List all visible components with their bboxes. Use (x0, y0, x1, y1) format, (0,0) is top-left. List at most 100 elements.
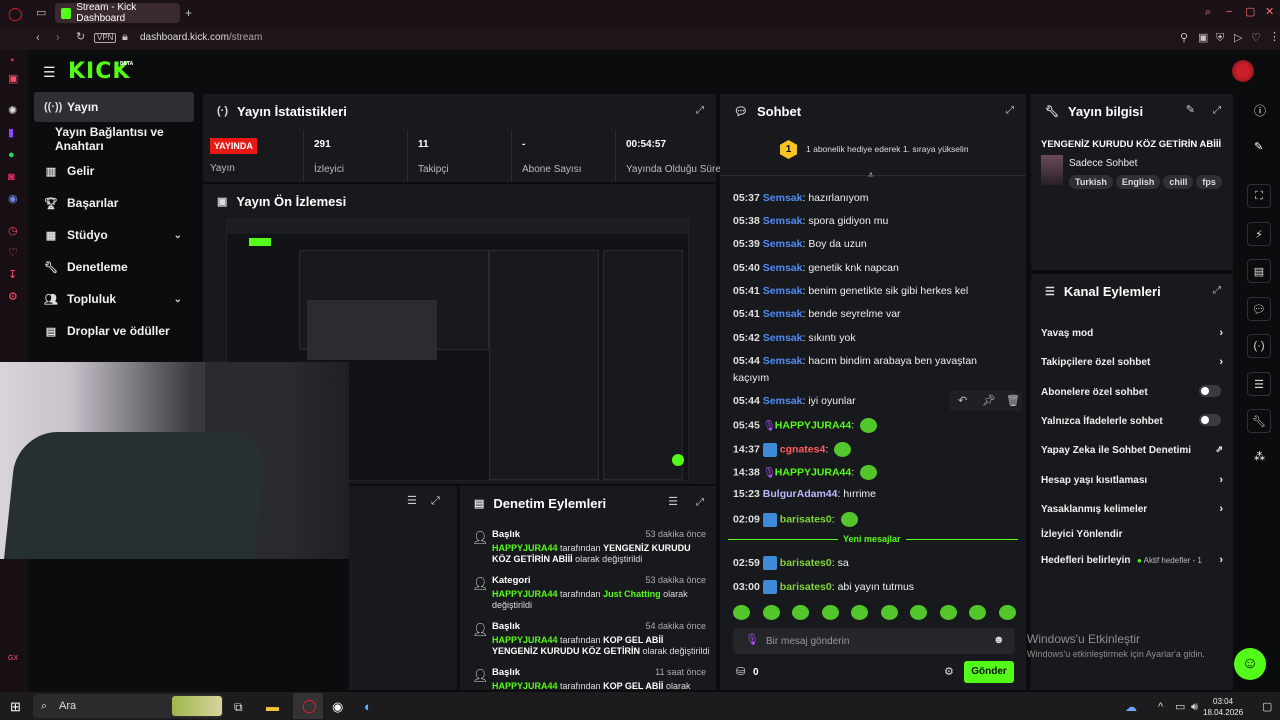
settings-icon[interactable]: ⚙ (8, 292, 18, 303)
file-explorer-icon[interactable]: ▬ (266, 700, 279, 713)
chat-message[interactable]: 14:37 cgnates4: (733, 442, 852, 457)
emote-picker-icon[interactable] (910, 605, 927, 620)
message-username[interactable]: Semsak (763, 192, 803, 204)
task-view-icon[interactable]: ⧉ (234, 701, 243, 713)
chat-message[interactable]: 05:38 Semsak: spora gidiyon mu (733, 215, 888, 227)
emote-only-toggle[interactable] (1199, 414, 1221, 426)
help-chat-button[interactable]: ☺ (1234, 648, 1266, 680)
chat-message[interactable]: 14:38 🎙︎HAPPYJURA44: (733, 465, 878, 480)
history-icon[interactable]: ◷ (8, 226, 18, 237)
send-button[interactable]: Gönder (964, 661, 1014, 683)
add-widget-icon[interactable]: ⁂ (1254, 452, 1265, 463)
message-username[interactable]: cgnates4 (780, 443, 826, 455)
message-username[interactable]: Semsak (763, 215, 803, 227)
gift-notice-bar[interactable]: 1 1 abonelik hediye ederek 1. sıraya yük… (720, 128, 1026, 176)
emote-picker-icon[interactable] (939, 605, 957, 620)
user-avatar[interactable] (1232, 60, 1254, 82)
pin-message-icon[interactable]: 📌︎ (982, 396, 996, 407)
twitch-icon[interactable]: ▮ (8, 128, 14, 139)
minimize-icon[interactable]: − (1226, 7, 1232, 18)
message-username[interactable]: Semsak (763, 285, 803, 297)
action-emote-only[interactable]: Yalnızca İfadelerle sohbet (1041, 414, 1231, 427)
edit-icon[interactable]: ✎ (1186, 105, 1195, 116)
message-username[interactable]: Semsak (763, 308, 803, 320)
opera-player-icon[interactable]: ▣ (8, 74, 18, 85)
message-username[interactable]: Semsak (763, 238, 803, 250)
vpn-badge[interactable]: VPN (94, 33, 117, 43)
chat-message[interactable]: 02:59 barisates0: sa (733, 556, 849, 570)
steam-icon[interactable]: ◐ (364, 700, 372, 713)
tag[interactable]: English (1115, 175, 1161, 189)
search-tabs-icon[interactable]: ⌕ (1205, 7, 1211, 18)
maximize-icon[interactable]: ▢ (1245, 7, 1255, 18)
category-name[interactable]: Sadece Sohbet (1069, 158, 1137, 169)
tag[interactable]: chill (1163, 175, 1194, 189)
chat-message[interactable]: 05:41 Semsak: bende seyrelme var (733, 308, 901, 320)
emote-picker-icon[interactable] (762, 605, 780, 620)
delete-icon[interactable]: 🗑︎ (1006, 396, 1020, 407)
chat-message[interactable]: 05:40 Semsak: genetik knk napcan (733, 262, 899, 274)
message-username[interactable]: Semsak (763, 395, 803, 407)
treasure-icon[interactable]: ⛁ (736, 667, 745, 678)
sidebar-item-droplar[interactable]: ▤ Droplar ve ödüller (34, 316, 194, 346)
hamburger-menu-icon[interactable]: ☰ (43, 65, 56, 79)
play-icon[interactable]: ▷ (1234, 33, 1242, 44)
message-username[interactable]: Semsak (763, 332, 803, 344)
chat-settings-icon[interactable]: ⚙ (944, 667, 954, 678)
new-tab-icon[interactable]: + (185, 7, 192, 19)
emote-picker-icon[interactable] (821, 605, 839, 620)
obs-icon[interactable]: ◉ (332, 700, 343, 713)
filter-icon[interactable]: ☰ (407, 496, 417, 507)
chat-message[interactable]: 15:23 BulgurAdam44: hırrime (733, 488, 876, 500)
popout-icon[interactable]: ⤢ (696, 497, 704, 508)
message-username[interactable]: HAPPYJURA44 (775, 419, 851, 431)
action-goals[interactable]: Hedefleri belirleyin ● Aktif hedefler - … (1041, 554, 1231, 566)
chat-message[interactable]: 05:37 Semsak: hazırlanıyom (733, 192, 868, 204)
sidebar-item-studyo[interactable]: ▦ Stüdyo ⌄ (34, 220, 194, 250)
message-username[interactable]: Semsak (763, 262, 803, 274)
action-followers-only[interactable]: Takipçilere özel sohbet › (1041, 356, 1231, 368)
popout-icon[interactable]: ⤢ (1213, 105, 1221, 116)
mic-icon[interactable]: 🎙︎ (745, 635, 759, 646)
reply-icon[interactable]: ↶ (958, 396, 967, 407)
opera-taskbar-item[interactable]: ◯ (293, 693, 323, 719)
rail-chat-icon[interactable]: 💬︎ (1247, 297, 1271, 321)
tab-menu-icon[interactable]: ▭ (36, 8, 46, 19)
pin-icon[interactable]: ⚲ (1180, 33, 1188, 44)
rail-wrench-icon[interactable]: 🔧︎ (1247, 409, 1271, 433)
emote-picker-icon[interactable] (792, 605, 809, 620)
sidebar-item-yayin[interactable]: ((·)) Yayın (34, 92, 194, 122)
emote-picker-icon[interactable] (969, 605, 986, 620)
filter-icon[interactable]: ☰ (668, 497, 678, 508)
opera-aria-icon[interactable]: ◔ (8, 56, 15, 67)
discord-icon[interactable]: ◉ (8, 194, 18, 205)
sidebar-item-stream-key[interactable]: Yayın Bağlantısı ve Anahtarı (34, 124, 194, 154)
network-icon[interactable]: ▭ (1175, 702, 1185, 713)
chat-message[interactable]: 03:00 barisates0: abi yayın tutmus (733, 580, 914, 594)
instagram-icon[interactable]: ◙ (8, 172, 15, 183)
downloads-icon[interactable]: ↧ (8, 270, 17, 281)
message-username[interactable]: HAPPYJURA44 (775, 466, 851, 478)
tray-arrow-icon[interactable]: ^ (1158, 702, 1163, 713)
emote-picker-icon[interactable] (998, 605, 1016, 620)
message-username[interactable]: BulgurAdam44 (763, 488, 838, 500)
chat-message[interactable]: 02:09 barisates0: (733, 512, 858, 527)
sidebar-item-gelir[interactable]: ▥ Gelir (34, 156, 194, 186)
shield-icon[interactable]: ⛨ (1216, 33, 1224, 44)
sidebar-item-basarilar[interactable]: 🏆︎ Başarılar (34, 188, 194, 218)
message-username[interactable]: barisates0 (780, 557, 832, 569)
chat-message[interactable]: 05:44 Semsak: iyi oyunlar (733, 395, 856, 407)
message-username[interactable]: barisates0 (780, 581, 832, 593)
action-raid[interactable]: İzleyici Yönlendir (1041, 529, 1231, 540)
windows-start-icon[interactable]: ⊞ (10, 700, 21, 713)
emote-picker-icon[interactable] (880, 605, 898, 620)
rail-lightning-icon[interactable]: ⚡︎ (1247, 222, 1271, 246)
rail-document-icon[interactable]: ▤ (1247, 259, 1271, 283)
sidebar-item-denetleme[interactable]: 🔧︎ Denetleme (34, 252, 194, 282)
action-slow-mode[interactable]: Yavaş mod › (1041, 327, 1231, 339)
bookmarks-icon[interactable]: ♡ (8, 248, 18, 259)
category-thumbnail[interactable] (1041, 155, 1063, 185)
rail-broadcast-icon[interactable]: (·) (1247, 334, 1271, 358)
opera-logo-icon[interactable]: ◯ (8, 7, 23, 20)
sidebar-item-topluluk[interactable]: 👥︎ Topluluk ⌄ (34, 284, 194, 314)
